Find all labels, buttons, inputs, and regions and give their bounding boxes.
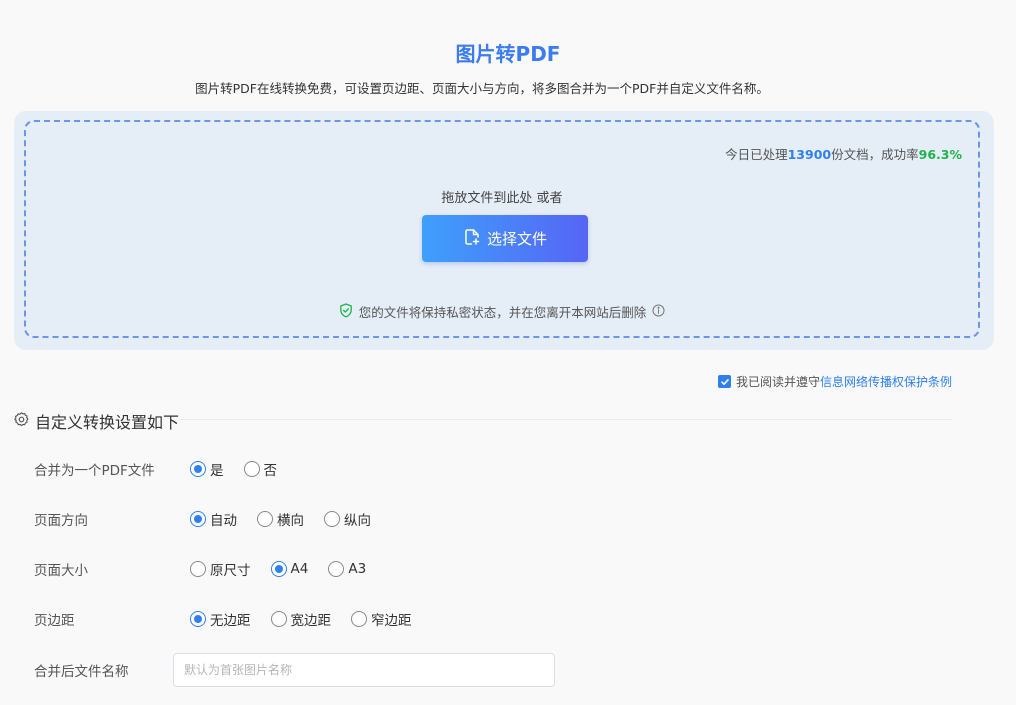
privacy-text: 您的文件将保持私密状态，并在您离开本网站后删除 [358, 305, 647, 320]
drop-hint: 拖放文件到此处 或者 [441, 191, 563, 206]
margin-option-wide[interactable]: 宽边距 [270, 609, 332, 629]
stats-mid: 份文档，成功率 [831, 147, 919, 162]
filename-input[interactable] [173, 653, 555, 687]
agreement-checkbox[interactable] [718, 375, 731, 388]
size-radio-original[interactable] [190, 561, 206, 577]
processing-stats: 今日已处理13900份文档，成功率96.3% [725, 144, 962, 163]
orientation-option-label: 横向 [277, 513, 304, 529]
size-option-a4[interactable]: A4 [270, 561, 309, 577]
size-option-label: 原尺寸 [210, 563, 251, 579]
margin-option-label: 窄边距 [371, 613, 412, 629]
margin-radio-none[interactable] [190, 611, 206, 627]
page-subtitle: 图片转PDF在线转换免费，可设置页边距、页面大小与方向，将多图合并为一个PDF并… [195, 81, 769, 96]
merge-radio-yes[interactable] [190, 461, 206, 477]
margin-radio-narrow[interactable] [351, 611, 367, 627]
orientation-option-portrait[interactable]: 纵向 [324, 509, 371, 529]
merge-option-label: 是 [210, 463, 224, 479]
choose-file-label: 选择文件 [486, 230, 547, 248]
drop-zone[interactable]: 今日已处理13900份文档，成功率96.3% 拖放文件到此处 或者 选择文件 您… [24, 120, 980, 338]
size-label: 页面大小 [34, 563, 88, 579]
stats-rate: 96.3% [918, 147, 962, 162]
margin-option-label: 宽边距 [290, 613, 332, 629]
size-option-a3[interactable]: A3 [328, 561, 366, 577]
shield-check-icon [339, 302, 353, 321]
merge-option-no[interactable]: 否 [243, 459, 278, 479]
orientation-option-label: 纵向 [344, 513, 371, 529]
size-radio-a4[interactable] [270, 561, 287, 577]
orientation-radio-portrait[interactable] [324, 511, 340, 527]
orientation-option-label: 自动 [210, 513, 237, 529]
choose-file-button[interactable]: 选择文件 [422, 215, 588, 262]
filename-row: 合并后文件名称 [34, 660, 190, 680]
merge-radio-no[interactable] [243, 461, 260, 477]
merge-option-label: 否 [263, 463, 278, 479]
merge-label: 合并为一个PDF文件 [34, 463, 155, 479]
margin-radio-wide[interactable] [270, 611, 287, 627]
margin-option-narrow[interactable]: 窄边距 [351, 609, 412, 629]
settings-title: 自定义转换设置如下 [35, 413, 180, 432]
size-option-label: A4 [290, 561, 309, 577]
margin-label: 页边距 [34, 613, 75, 629]
size-radio-a3[interactable] [328, 561, 345, 577]
margin-option-none[interactable]: 无边距 [190, 609, 251, 629]
orientation-row: 页面方向 自动 横向 纵向 [34, 509, 391, 529]
orientation-label: 页面方向 [34, 513, 88, 529]
stats-prefix: 今日已处理 [725, 147, 788, 162]
orientation-radio-landscape[interactable] [257, 511, 273, 527]
upload-panel: 今日已处理13900份文档，成功率96.3% 拖放文件到此处 或者 选择文件 您… [14, 111, 994, 350]
orientation-option-auto[interactable]: 自动 [190, 509, 237, 529]
merge-option-yes[interactable]: 是 [190, 459, 224, 479]
privacy-note: 您的文件将保持私密状态，并在您离开本网站后删除 [26, 302, 978, 321]
size-option-label: A3 [348, 561, 367, 577]
agreement: 我已阅读并遵守信息网络传播权保护条例 [718, 373, 952, 390]
margin-row: 页边距 无边距 宽边距 窄边距 [34, 609, 432, 629]
merge-row: 合并为一个PDF文件 是 否 [34, 459, 297, 479]
orientation-radio-auto[interactable] [190, 511, 206, 527]
size-option-original[interactable]: 原尺寸 [190, 559, 251, 579]
gear-icon [13, 411, 30, 432]
section-divider [180, 419, 952, 420]
stats-count: 13900 [787, 147, 832, 162]
settings-header: 自定义转换设置如下 [13, 409, 179, 433]
agreement-link[interactable]: 信息网络传播权保护条例 [820, 375, 952, 389]
filename-label: 合并后文件名称 [34, 664, 129, 680]
page-title: 图片转PDF [455, 42, 561, 66]
info-icon[interactable] [652, 304, 665, 320]
size-row: 页面大小 原尺寸 A4 A3 [34, 559, 386, 579]
margin-option-label: 无边距 [210, 613, 251, 629]
orientation-option-landscape[interactable]: 横向 [257, 509, 304, 529]
file-plus-icon [463, 228, 481, 250]
agreement-prefix: 我已阅读并遵守 [736, 375, 821, 389]
